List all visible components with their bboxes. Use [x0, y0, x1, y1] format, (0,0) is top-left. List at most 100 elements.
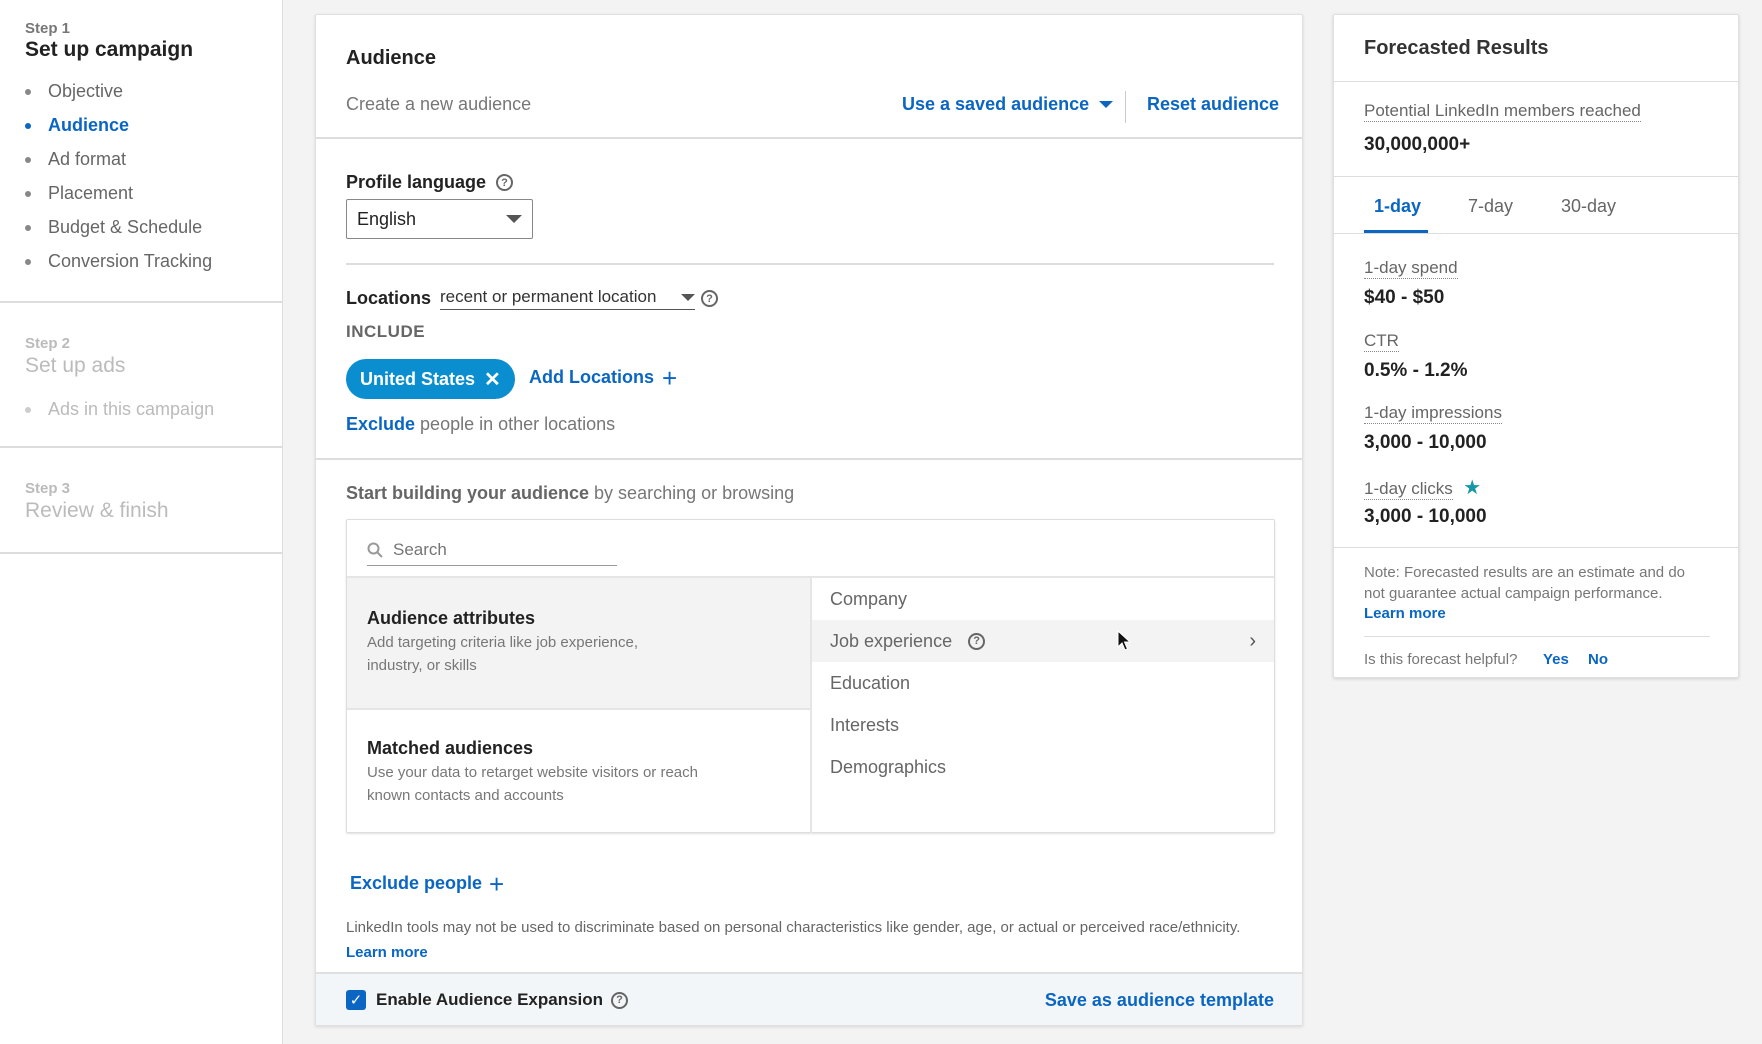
category-column: Company Job experience ? › Education Int… [812, 576, 1274, 833]
reset-audience-link[interactable]: Reset audience [1147, 94, 1279, 115]
close-icon[interactable]: ✕ [484, 367, 501, 392]
audience-builder: Audience attributes Add targeting criter… [346, 519, 1275, 833]
profile-language-select[interactable]: English [346, 199, 533, 239]
category-label: Demographics [830, 756, 947, 777]
bullet-icon [25, 156, 31, 163]
metric-label[interactable]: 1-day spend [1364, 258, 1458, 279]
builder-heading-bold: Start building your audience [346, 483, 590, 503]
reach-label-wrap: Potential LinkedIn members reached [1364, 101, 1641, 122]
use-saved-audience-dropdown[interactable]: Use a saved audience [902, 94, 1114, 115]
step-3: Step 3 Review & finish [0, 448, 283, 554]
audience-title: Audience [346, 47, 437, 69]
divider [1364, 636, 1710, 637]
category-label: Company [830, 588, 908, 609]
builder-heading: Start building your audience by searchin… [346, 483, 794, 504]
metric-value: 3,000 - 10,000 [1364, 432, 1487, 453]
nav-item-label: Budget & Schedule [48, 217, 203, 237]
step-title[interactable]: Set up campaign [25, 38, 193, 62]
step-title: Set up ads [25, 354, 126, 377]
save-audience-template-link[interactable]: Save as audience template [1045, 990, 1274, 1011]
metric-value: 3,000 - 10,000 [1364, 506, 1487, 527]
bullet-icon [25, 190, 31, 197]
audience-expansion-row: Enable Audience Expansion ? [376, 990, 629, 1010]
bullet-icon [25, 224, 31, 231]
exclude-people-button[interactable]: Exclude people + [350, 868, 505, 899]
tab-1-day[interactable]: 1-day [1374, 196, 1421, 217]
option-matched-audiences[interactable]: Matched audiences Use your data to retar… [347, 710, 810, 835]
bullet-icon [25, 88, 31, 95]
metric-value: 0.5% - 1.2% [1364, 360, 1468, 381]
option-audience-attributes[interactable]: Audience attributes Add targeting criter… [347, 578, 810, 708]
category-company[interactable]: Company [812, 578, 1274, 620]
step-1: Step 1 Set up campaign Objective Audienc… [0, 0, 283, 303]
category-interests[interactable]: Interests [812, 704, 1274, 746]
nav-item-ads-in-campaign: Ads in this campaign [25, 399, 214, 420]
metric-label[interactable]: CTR [1364, 331, 1399, 352]
category-label: Job experience [830, 630, 953, 651]
forecast-learn-more-link[interactable]: Learn more [1364, 605, 1446, 622]
tab-30-day[interactable]: 30-day [1561, 196, 1616, 217]
locations-row: Locations recent or permanent location ? [346, 287, 719, 310]
exclude-locations-link[interactable]: Exclude [346, 414, 415, 434]
plus-icon: + [489, 868, 505, 899]
metric-label[interactable]: 1-day clicks [1364, 479, 1453, 500]
divider [1125, 91, 1126, 123]
mouse-cursor-icon [1117, 630, 1132, 651]
category-education[interactable]: Education [812, 662, 1274, 704]
nav-item-audience[interactable]: Audience [25, 115, 129, 136]
add-locations-label: Add Locations [529, 367, 654, 387]
helpful-question: Is this forecast helpful? [1364, 651, 1518, 668]
nav-item-label: Placement [48, 183, 134, 203]
helpful-no-link[interactable]: No [1588, 651, 1608, 668]
step-2: Step 2 Set up ads Ads in this campaign [0, 303, 283, 448]
star-icon: ★ [1463, 477, 1482, 499]
category-job-experience[interactable]: Job experience ? › [812, 620, 1274, 662]
option-title: Matched audiences [367, 738, 534, 758]
metric-spend: 1-day spend $40 - $50 [1364, 258, 1458, 309]
tab-7-day[interactable]: 7-day [1468, 196, 1513, 217]
section-divider [346, 263, 1274, 265]
nav-item-objective[interactable]: Objective [25, 81, 123, 102]
reach-label[interactable]: Potential LinkedIn members reached [1364, 101, 1641, 122]
help-icon[interactable]: ? [701, 290, 719, 307]
metric-label[interactable]: 1-day impressions [1364, 403, 1502, 424]
option-title: Audience attributes [367, 608, 536, 628]
profile-language-label-row: Profile language ? [346, 172, 514, 193]
section-divider [1334, 81, 1738, 82]
exclude-people-label: Exclude people [350, 873, 483, 893]
metric-ctr: CTR 0.5% - 1.2% [1364, 331, 1468, 382]
section-divider [1334, 547, 1738, 548]
audience-footer: ✓ Enable Audience Expansion ? Save as au… [316, 972, 1302, 1025]
help-icon[interactable]: ? [496, 174, 514, 191]
step-label: Step 2 [25, 335, 71, 352]
location-pill-united-states[interactable]: United States ✕ [346, 359, 515, 399]
caret-down-icon [681, 293, 696, 301]
help-icon[interactable]: ? [968, 632, 986, 650]
nav-item-label: Ads in this campaign [48, 399, 215, 419]
search-field[interactable] [367, 534, 617, 566]
step-label: Step 1 [25, 20, 71, 37]
metric-value: $40 - $50 [1364, 287, 1445, 308]
add-locations-button[interactable]: Add Locations + [529, 365, 677, 391]
option-desc: Use your data to retarget website visito… [367, 764, 698, 781]
audience-expansion-checkbox[interactable]: ✓ [346, 990, 366, 1010]
section-divider [1334, 233, 1738, 234]
nav-item-ad-format[interactable]: Ad format [25, 149, 126, 170]
location-type-dropdown[interactable]: recent or permanent location [440, 287, 696, 310]
section-divider [1334, 176, 1738, 177]
nav-item-budget-schedule[interactable]: Budget & Schedule [25, 217, 202, 238]
nav-item-placement[interactable]: Placement [25, 183, 133, 204]
nav-item-label: Audience [48, 115, 130, 135]
nav-item-conversion-tracking[interactable]: Conversion Tracking [25, 251, 212, 272]
option-desc: Add targeting criteria like job experien… [367, 634, 638, 651]
help-icon[interactable]: ? [611, 991, 629, 1009]
option-desc: industry, or skills [367, 657, 477, 674]
nav-item-label: Objective [48, 81, 124, 101]
profile-language-label: Profile language [346, 172, 487, 192]
search-input[interactable] [393, 539, 593, 560]
category-demographics[interactable]: Demographics [812, 746, 1274, 788]
nav-item-label: Conversion Tracking [48, 251, 213, 271]
disclaimer-learn-more-link[interactable]: Learn more [346, 944, 428, 961]
step-label: Step 3 [25, 480, 71, 497]
helpful-yes-link[interactable]: Yes [1543, 651, 1569, 668]
